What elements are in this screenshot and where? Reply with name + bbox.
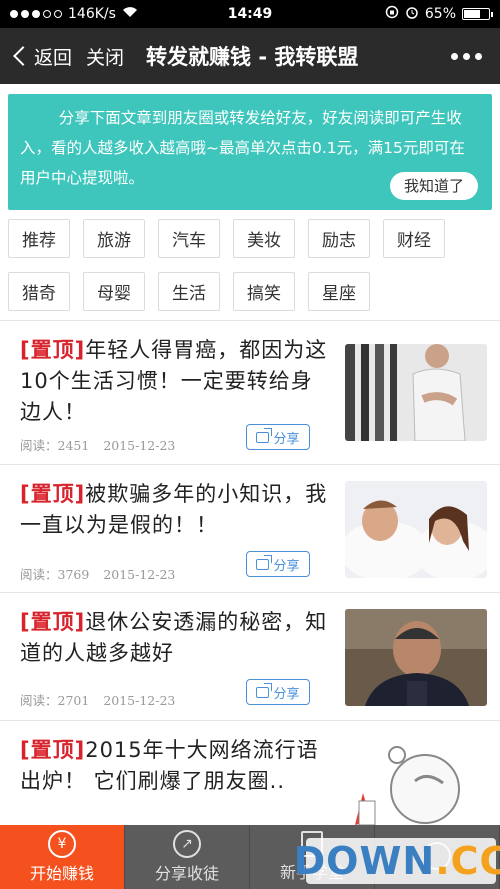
article-thumbnail[interactable] xyxy=(345,344,487,441)
watermark-main: DOWN xyxy=(293,839,436,883)
share-label: 分享 xyxy=(273,558,300,574)
close-button[interactable]: 关闭 xyxy=(86,43,124,70)
article-title[interactable]: [置顶]2015年十大网络流行语出炉！ 它们刷爆了朋友圈.. xyxy=(20,735,332,797)
category-tag[interactable]: 猎奇 xyxy=(8,272,70,311)
pinned-tag: [置顶] xyxy=(20,738,86,762)
category-tag[interactable]: 推荐 xyxy=(8,219,70,258)
pinned-tag: [置顶] xyxy=(20,482,86,506)
share-label: 分享 xyxy=(273,431,300,447)
page-title: 转发就赚钱 - 我转联盟 xyxy=(146,45,359,69)
category-tag[interactable]: 搞笑 xyxy=(233,272,295,311)
article-thumbnail[interactable] xyxy=(345,741,487,825)
category-tag[interactable]: 美妆 xyxy=(233,219,295,258)
article-item[interactable]: [置顶]年轻人得胃癌，都因为这10个生活习惯！一定要转给身边人！ 阅读：2451… xyxy=(0,321,500,465)
category-tag[interactable]: 汽车 xyxy=(158,219,220,258)
battery-percent: 65% xyxy=(424,6,456,22)
category-tag[interactable]: 星座 xyxy=(308,272,370,311)
share-icon xyxy=(256,431,270,443)
share-button[interactable]: 分享 xyxy=(246,551,310,577)
category-list: 推荐 旅游 汽车 美妆 励志 财经 猎奇 母婴 生活 搞笑 星座 xyxy=(8,219,492,325)
article-meta: 阅读：2451 2015-12-23 xyxy=(20,435,175,454)
read-count: 阅读：3769 xyxy=(20,567,90,582)
tab-label: 开始赚钱 xyxy=(29,864,94,883)
category-tag[interactable]: 生活 xyxy=(158,272,220,311)
share-label: 分享 xyxy=(273,686,300,702)
yen-icon: ¥ xyxy=(48,830,76,858)
article-title[interactable]: [置顶]年轻人得胃癌，都因为这10个生活习惯！一定要转给身边人！ xyxy=(20,335,332,428)
signal-strength-icon xyxy=(10,10,62,18)
got-it-button[interactable]: 我知道了 xyxy=(389,172,478,200)
article-date: 2015-12-23 xyxy=(103,438,176,453)
wifi-icon xyxy=(122,6,138,22)
status-time: 14:49 xyxy=(227,6,273,22)
tab-share-recruit[interactable]: ↗ 分享收徒 xyxy=(125,825,250,889)
category-tag[interactable]: 励志 xyxy=(308,219,370,258)
read-count: 阅读：2451 xyxy=(20,438,90,453)
back-label: 返回 xyxy=(34,46,73,69)
watermark-logo: DOWN .CC xyxy=(294,838,500,884)
alarm-icon xyxy=(405,5,419,23)
article-item[interactable]: [置顶]退休公安透漏的秘密，知道的人越多越好 阅读：2701 2015-12-23… xyxy=(0,593,500,721)
share-icon xyxy=(256,686,270,698)
notice-banner: 分享下面文章到朋友圈或转发给好友，好友阅读即可产生收入，看的人越多收入越高哦~最… xyxy=(8,94,492,210)
article-date: 2015-12-23 xyxy=(103,693,176,708)
tab-label: 分享收徒 xyxy=(154,864,219,883)
rotation-lock-icon xyxy=(385,5,399,23)
article-item[interactable]: [置顶]2015年十大网络流行语出炉！ 它们刷爆了朋友圈.. xyxy=(0,721,500,825)
nav-bar: 返回 关闭 转发就赚钱 - 我转联盟 xyxy=(0,28,500,84)
article-title[interactable]: [置顶]被欺骗多年的小知识，我一直以为是假的！！ xyxy=(20,479,332,541)
share-button[interactable]: 分享 xyxy=(246,679,310,705)
pinned-tag: [置顶] xyxy=(20,338,86,362)
category-tag[interactable]: 旅游 xyxy=(83,219,145,258)
share-button[interactable]: 分享 xyxy=(246,424,310,450)
network-speed: 146K/s xyxy=(68,6,116,22)
share-icon xyxy=(256,558,270,570)
read-count: 阅读：2701 xyxy=(20,693,90,708)
article-thumbnail[interactable] xyxy=(345,481,487,578)
category-tag[interactable]: 母婴 xyxy=(83,272,145,311)
article-thumbnail[interactable] xyxy=(345,609,487,706)
article-meta: 阅读：2701 2015-12-23 xyxy=(20,690,175,709)
chevron-left-icon xyxy=(13,46,33,66)
pinned-tag: [置顶] xyxy=(20,610,86,634)
watermark-suffix: .CC xyxy=(435,839,500,883)
article-item[interactable]: [置顶]被欺骗多年的小知识，我一直以为是假的！！ 阅读：3769 2015-12-… xyxy=(0,465,500,593)
article-title[interactable]: [置顶]退休公安透漏的秘密，知道的人越多越好 xyxy=(20,607,332,669)
back-button[interactable]: 返回 xyxy=(12,43,72,70)
category-tag[interactable]: 财经 xyxy=(383,219,445,258)
battery-icon xyxy=(462,8,493,20)
more-menu-icon[interactable] xyxy=(451,52,482,60)
share-arrow-icon: ↗ xyxy=(173,830,201,858)
tab-start-earning[interactable]: ¥ 开始赚钱 xyxy=(0,825,125,889)
article-date: 2015-12-23 xyxy=(103,567,176,582)
status-bar: 146K/s 14:49 65% xyxy=(0,0,500,28)
article-meta: 阅读：3769 2015-12-23 xyxy=(20,564,175,583)
